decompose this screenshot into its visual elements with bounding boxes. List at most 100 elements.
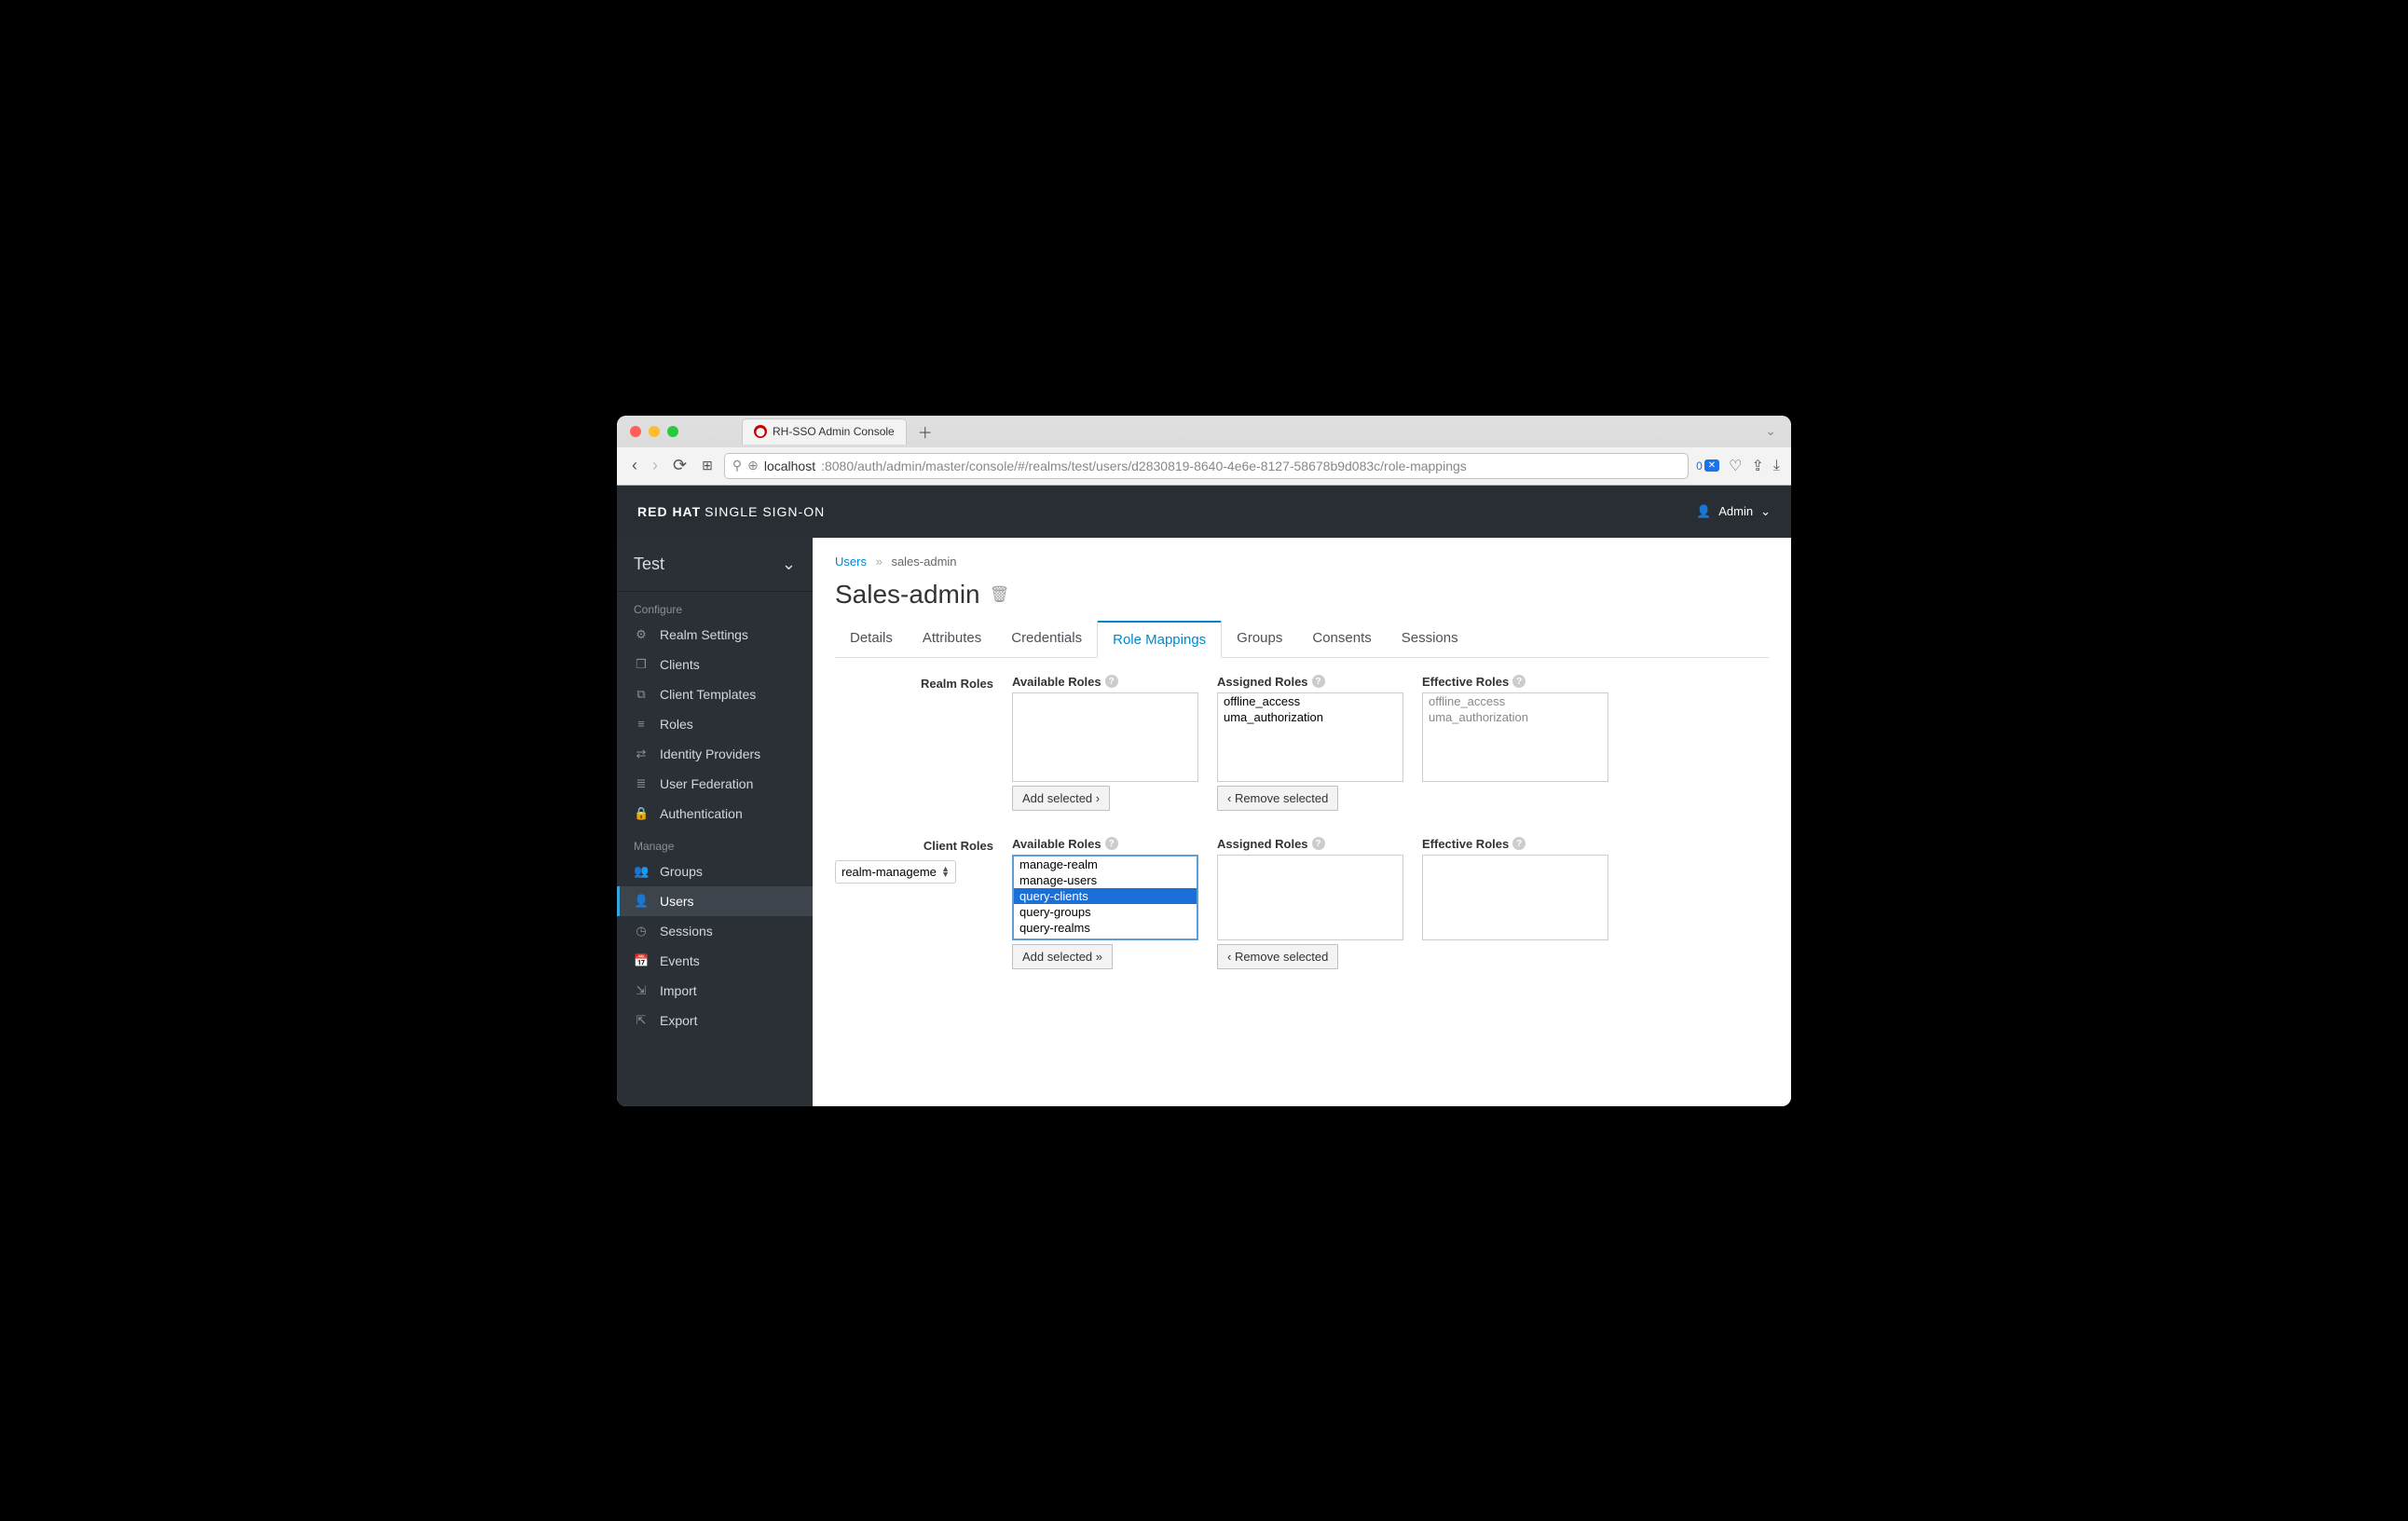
help-icon[interactable]: ? (1512, 675, 1526, 688)
help-icon[interactable]: ? (1312, 837, 1325, 850)
sidebar-item-roles[interactable]: ≡Roles (617, 709, 813, 739)
client-available-listbox[interactable]: manage-realmmanage-usersquery-clientsque… (1012, 855, 1198, 940)
sidebar-item-identity-providers[interactable]: ⇄ Identity Providers (617, 739, 813, 769)
minimize-window-icon[interactable] (649, 426, 660, 437)
sidebar-item-groups[interactable]: 👥Groups (617, 856, 813, 886)
tab-groups[interactable]: Groups (1222, 621, 1297, 658)
sidebar-item-clients[interactable]: ❒Clients (617, 650, 813, 679)
help-icon[interactable]: ? (1512, 837, 1526, 850)
sidebar-item-events[interactable]: 📅Events (617, 946, 813, 976)
nav-icon: ◷ (634, 924, 649, 939)
role-option[interactable]: query-users (1014, 936, 1197, 940)
tab-credentials[interactable]: Credentials (996, 621, 1097, 658)
nav-label: Roles (660, 717, 693, 732)
nav-label: Import (660, 983, 697, 998)
app-header: RED HAT SINGLE SIGN-ON 👤 Admin ⌄ (617, 486, 1791, 538)
role-option[interactable]: offline_access (1423, 693, 1608, 709)
tabs: DetailsAttributesCredentialsRole Mapping… (835, 621, 1769, 658)
sidebar-item-import[interactable]: ⇲Import (617, 976, 813, 1006)
brand: RED HAT SINGLE SIGN-ON (637, 504, 825, 519)
user-menu[interactable]: 👤 Admin ⌄ (1696, 504, 1771, 519)
nav-label: Realm Settings (660, 627, 748, 642)
downloads-icon[interactable]: ⤓ (1773, 458, 1780, 474)
realm-assigned-listbox[interactable]: offline_accessuma_authorization (1217, 692, 1403, 782)
role-option[interactable]: uma_authorization (1218, 709, 1402, 725)
user-icon: 👤 (1696, 504, 1711, 519)
client-effective-listbox (1422, 855, 1608, 940)
close-window-icon[interactable] (630, 426, 641, 437)
role-option[interactable]: query-clients (1014, 888, 1197, 904)
client-assigned-listbox[interactable] (1217, 855, 1403, 940)
sidebar-item-realm-settings[interactable]: ⚙Realm Settings (617, 620, 813, 650)
tab-details[interactable]: Details (835, 621, 908, 658)
nav-label: Events (660, 953, 700, 968)
share-icon[interactable]: ⇪ (1752, 457, 1764, 475)
url-host: localhost (764, 459, 815, 473)
sidebar-item-client-templates[interactable]: ⧉Client Templates (617, 679, 813, 709)
nav-label: Identity Providers (660, 747, 760, 761)
sidebar-item-user-federation[interactable]: ≣User Federation (617, 769, 813, 799)
role-option[interactable]: manage-users (1014, 872, 1197, 888)
reload-button[interactable]: ⟳ (669, 456, 691, 475)
nav-icon: 👤 (634, 894, 649, 909)
chevron-down-icon: ⌄ (1760, 504, 1771, 519)
breadcrumb-parent[interactable]: Users (835, 555, 867, 569)
nav-label: Sessions (660, 924, 713, 939)
window-controls (626, 426, 678, 437)
tab-attributes[interactable]: Attributes (908, 621, 996, 658)
nav-icon: ⇱ (634, 1013, 649, 1028)
help-icon[interactable]: ? (1312, 675, 1325, 688)
realm-selector[interactable]: Test ⌄ (617, 538, 813, 592)
sidebar-item-sessions[interactable]: ◷ Sessions (617, 916, 813, 946)
breadcrumb: Users » sales-admin (835, 555, 1769, 569)
role-option[interactable]: offline_access (1218, 693, 1402, 709)
nav-back-button[interactable]: ‹ (628, 456, 641, 475)
nav-section-manage: Manage (617, 829, 813, 856)
nav-forward-button: › (649, 456, 662, 475)
role-option[interactable]: uma_authorization (1423, 709, 1608, 725)
client-select[interactable]: realm-manageme ▲▼ (835, 860, 956, 884)
effective-roles-header: Effective Roles (1422, 837, 1509, 851)
apps-grid-icon[interactable]: ⊞ (698, 458, 717, 473)
sidebar-item-authentication[interactable]: 🔒Authentication (617, 799, 813, 829)
nav-label: Export (660, 1013, 697, 1028)
add-selected-button[interactable]: Add selected › (1012, 786, 1110, 811)
nav-label: Users (660, 894, 694, 909)
role-option[interactable]: query-groups (1014, 904, 1197, 920)
help-icon[interactable]: ? (1105, 837, 1118, 850)
remove-selected-button[interactable]: ‹ Remove selected (1217, 786, 1338, 811)
add-selected-button[interactable]: Add selected » (1012, 944, 1113, 969)
realm-roles-block: Realm Roles Available Roles? Add selecte… (835, 675, 1769, 811)
tracker-badge[interactable]: 0 ✕ (1696, 459, 1719, 473)
realm-name: Test (634, 555, 664, 574)
nav-section-configure: Configure (617, 592, 813, 620)
tab-sessions[interactable]: Sessions (1387, 621, 1473, 658)
nav-label: User Federation (660, 776, 753, 791)
client-select-value: realm-manageme (841, 865, 937, 879)
sidebar-item-export[interactable]: ⇱ Export (617, 1006, 813, 1035)
role-option[interactable]: query-realms (1014, 920, 1197, 936)
nav-icon: ⇄ (634, 747, 649, 761)
new-tab-button[interactable]: ＋ (914, 420, 937, 443)
page-title: Sales-admin 🗑 (835, 580, 1769, 610)
realm-available-listbox[interactable] (1012, 692, 1198, 782)
role-option[interactable]: manage-realm (1014, 856, 1197, 872)
site-info-icon: ⊕ (747, 458, 759, 473)
browser-tab[interactable]: ⬤ RH-SSO Admin Console (742, 418, 907, 445)
tab-role-mappings[interactable]: Role Mappings (1097, 621, 1222, 658)
trash-icon[interactable]: 🗑 (990, 585, 1010, 604)
url-field[interactable]: ⚲ ⊕ localhost:8080/auth/admin/master/con… (724, 453, 1689, 479)
client-roles-label: Client Roles (835, 837, 993, 853)
sidebar: Test ⌄ Configure ⚙Realm Settings❒Clients… (617, 538, 813, 1106)
tabs-overflow-icon[interactable]: ⌄ (1765, 423, 1782, 439)
sidebar-item-users[interactable]: 👤 Users (617, 886, 813, 916)
maximize-window-icon[interactable] (667, 426, 678, 437)
url-path: :8080/auth/admin/master/console/#/realms… (821, 459, 1467, 473)
browser-chrome: ⬤ RH-SSO Admin Console ＋ ⌄ ‹ › ⟳ ⊞ ⚲ ⊕ l… (617, 416, 1791, 486)
favorite-icon[interactable]: ♡ (1729, 457, 1742, 475)
client-roles-block: Client Roles realm-manageme ▲▼ Available… (835, 837, 1769, 969)
tab-consents[interactable]: Consents (1297, 621, 1386, 658)
nav-label: Client Templates (660, 687, 756, 702)
remove-selected-button[interactable]: ‹ Remove selected (1217, 944, 1338, 969)
help-icon[interactable]: ? (1105, 675, 1118, 688)
